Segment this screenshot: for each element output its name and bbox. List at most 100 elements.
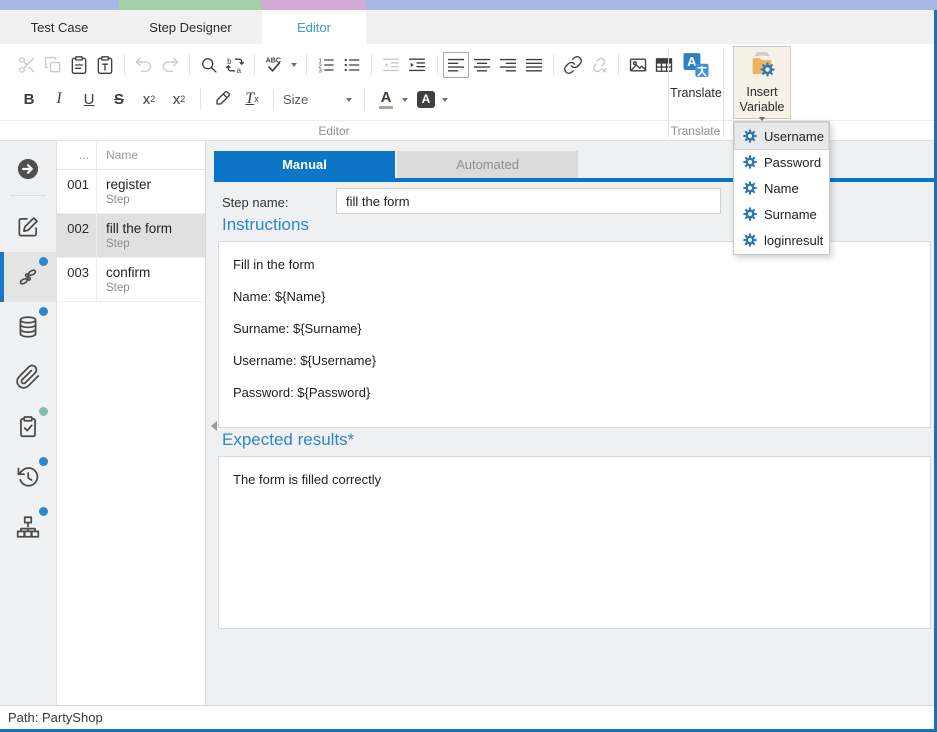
translate-button-label: Translate — [670, 86, 722, 101]
arrow-circle-right-button — [15, 156, 41, 182]
subscript-button[interactable]: x2 — [134, 86, 164, 112]
folder-gear-button — [747, 49, 777, 79]
instructions-editor[interactable]: Fill in the formName: ${Name}Surname: ${… — [218, 241, 931, 428]
sidebar-item[interactable] — [0, 202, 56, 252]
notification-dot — [39, 307, 48, 316]
strip-testcase — [0, 0, 119, 10]
step-name-input[interactable] — [336, 188, 721, 214]
variable-menu-item[interactable]: Username — [735, 123, 828, 149]
background-color-button[interactable]: A — [411, 86, 441, 112]
sidebar-item[interactable] — [0, 302, 56, 352]
sidebar-item[interactable] — [0, 452, 56, 502]
step-name: confirm — [106, 264, 150, 281]
insert-variable-button[interactable]: Insert Variable — [733, 46, 791, 119]
redo-button[interactable] — [157, 52, 183, 78]
spellcheck-button[interactable] — [261, 52, 287, 78]
ribbon-tab-label: Editor — [297, 20, 331, 35]
ribbon-tab-label: Step Designer — [149, 20, 231, 35]
replace-icon — [225, 55, 245, 75]
bullet-list-button[interactable] — [339, 52, 365, 78]
variable-name-label: Name — [764, 181, 799, 196]
copy-icon — [43, 55, 63, 75]
footsteps-button — [15, 264, 41, 290]
edit-icon — [15, 214, 41, 240]
paste-icon — [69, 55, 89, 75]
mode-tab[interactable]: Manual — [214, 151, 395, 178]
ribbon-tab[interactable]: Step Designer — [119, 10, 262, 44]
superscript-button[interactable]: x2 — [164, 86, 194, 112]
unlink-icon — [589, 55, 609, 75]
folder-gear-icon — [747, 49, 777, 79]
numbered-list-button[interactable] — [313, 52, 339, 78]
paperclip-button — [15, 364, 41, 390]
remove-format-button[interactable]: Tx — [237, 86, 267, 112]
gear-button — [742, 180, 758, 196]
ribbon-tab[interactable]: Editor — [262, 10, 366, 44]
translate-icon — [681, 50, 711, 80]
align-right-button[interactable] — [495, 52, 521, 78]
variable-name-label: Password — [764, 155, 821, 170]
outdent-button[interactable] — [378, 52, 404, 78]
notification-dot — [39, 457, 48, 466]
sidebar-item[interactable] — [0, 252, 56, 302]
font-size-dropdown[interactable]: Size — [280, 87, 358, 111]
sidebar-item[interactable] — [0, 352, 56, 402]
sidebar-item[interactable] — [0, 402, 56, 452]
image-button[interactable] — [625, 52, 651, 78]
indent-icon — [407, 55, 427, 75]
ribbon-tab[interactable]: Test Case — [0, 10, 119, 44]
unlink-button[interactable] — [586, 52, 612, 78]
step-type-label: Step — [106, 281, 150, 296]
chevron-down-icon[interactable] — [402, 98, 408, 105]
expected-results-editor[interactable]: The form is filled correctly — [218, 456, 931, 629]
paste-button[interactable] — [66, 52, 92, 78]
editor-group-label: Editor — [0, 124, 668, 138]
step-row[interactable]: 001 register Step — [57, 170, 205, 214]
spellcheck-icon — [264, 55, 284, 75]
link-button[interactable] — [560, 52, 586, 78]
insert-variable-label: Insert Variable — [740, 85, 785, 115]
status-bar: Path: PartyShop — [0, 705, 934, 729]
format-painter-button[interactable] — [207, 86, 237, 112]
step-row[interactable]: 003 confirm Step — [57, 258, 205, 302]
step-type-label: Step — [106, 237, 172, 252]
variable-menu-item[interactable]: loginresult — [735, 227, 828, 253]
variable-menu-item[interactable]: Surname — [735, 201, 828, 227]
database-icon — [15, 314, 41, 340]
step-row[interactable]: 002 fill the form Step — [57, 214, 205, 258]
replace-button[interactable] — [222, 52, 248, 78]
bold-button[interactable]: B — [14, 86, 44, 112]
sidebar-expand-button[interactable] — [0, 149, 56, 189]
underline-button[interactable]: U — [74, 86, 104, 112]
notification-dot — [39, 257, 48, 266]
align-center-button[interactable] — [469, 52, 495, 78]
translate-button[interactable]: Translate — [670, 48, 722, 118]
ribbon-tabbar: Test Case Step Designer Editor — [0, 10, 937, 44]
splitter-collapse-icon[interactable] — [206, 421, 217, 431]
copy-button[interactable] — [40, 52, 66, 78]
arrow-circle-right-icon — [15, 156, 41, 182]
sidebar-item[interactable] — [0, 502, 56, 552]
gear-icon — [742, 154, 758, 170]
history-button — [15, 464, 41, 490]
font-size-label: Size — [283, 92, 308, 107]
link-icon — [563, 55, 583, 75]
gear-icon — [742, 232, 758, 248]
variable-menu-item[interactable]: Password — [735, 149, 828, 175]
text-color-button[interactable]: A — [371, 86, 401, 112]
mode-tab[interactable]: Automated — [397, 151, 578, 178]
instructions-line: Fill in the form — [233, 255, 916, 274]
indent-button[interactable] — [404, 52, 430, 78]
variable-menu-item[interactable]: Name — [735, 175, 828, 201]
align-left-button[interactable] — [443, 52, 469, 78]
paste-text-button[interactable] — [92, 52, 118, 78]
justify-button[interactable] — [521, 52, 547, 78]
group-separator — [723, 49, 724, 137]
chevron-down-icon[interactable] — [442, 98, 448, 105]
italic-button[interactable]: I — [44, 86, 74, 112]
sidebar-divider — [10, 195, 46, 196]
cut-button[interactable] — [14, 52, 40, 78]
undo-button[interactable] — [131, 52, 157, 78]
strikethrough-button[interactable]: S — [104, 86, 134, 112]
search-button[interactable] — [196, 52, 222, 78]
